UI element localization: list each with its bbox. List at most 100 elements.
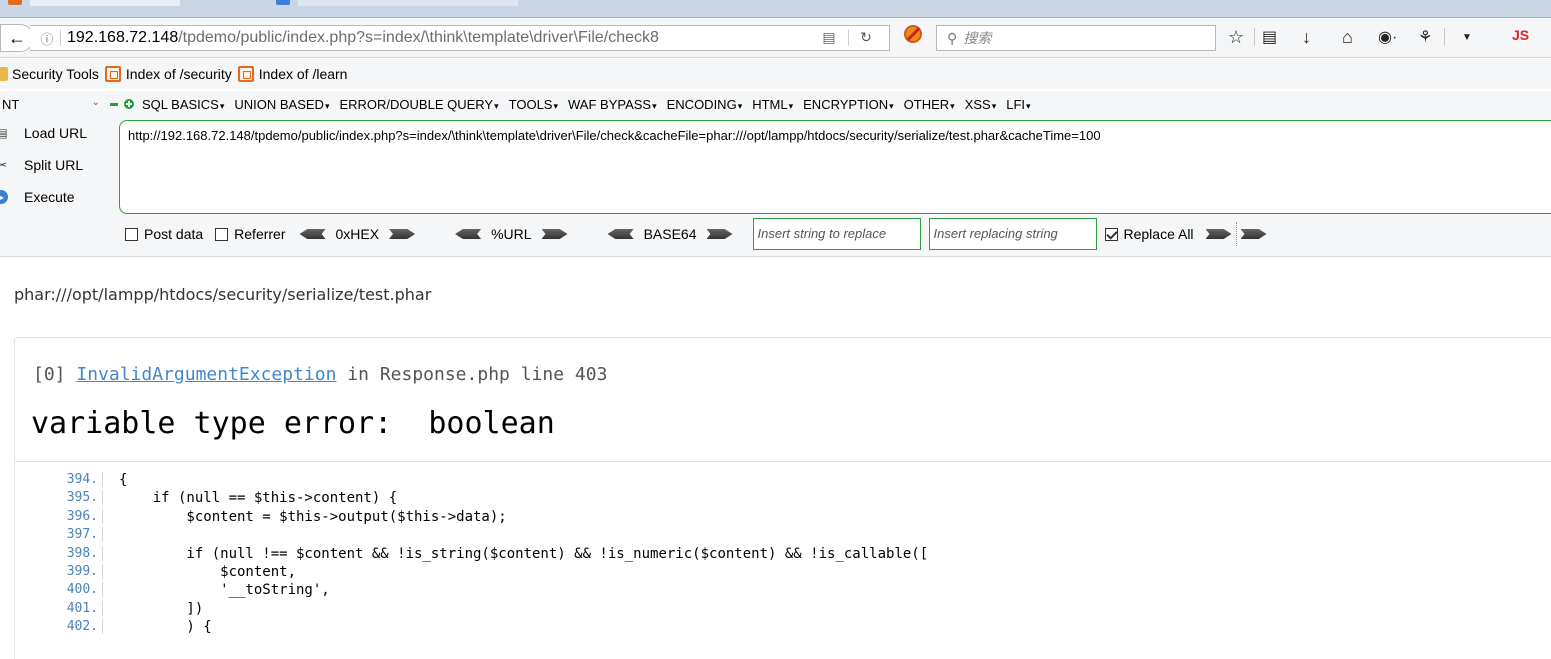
noscript-icon[interactable]: [904, 25, 922, 43]
menu-label: ENCODING: [666, 96, 737, 112]
hackbar-options: Post data Referrer 0xHEX %URL BASE64 Ins…: [125, 218, 1267, 250]
url-encoder: %URL: [455, 226, 568, 242]
replace-all-checkbox[interactable]: Replace All: [1104, 226, 1194, 242]
encode-arrow-icon[interactable]: [706, 229, 733, 239]
encode-arrow-icon[interactable]: [541, 229, 568, 239]
exception-header: [0] InvalidArgumentException in Response…: [15, 338, 1551, 462]
overflow-menu-icon[interactable]: ▼: [1462, 24, 1472, 50]
reload-icon[interactable]: ↻: [856, 29, 876, 47]
post-data-label: Post data: [144, 226, 204, 242]
checkbox-box: [1104, 227, 1118, 241]
hex-label: 0xHEX: [335, 226, 380, 242]
reader-view-icon[interactable]: ▤: [818, 29, 840, 47]
line-number: 398.: [33, 545, 103, 561]
base64-encoder: BASE64: [607, 226, 733, 242]
replacing-string-input[interactable]: Insert replacing string: [928, 218, 1097, 250]
menu-other[interactable]: OTHER▾: [904, 97, 955, 112]
page-favicon-icon: [237, 66, 254, 82]
address-bar[interactable]: ⓘ 192.168.72.148/tpdemo/public/index.php…: [30, 25, 890, 51]
navigation-bar: ← ⓘ 192.168.72.148/tpdemo/public/index.p…: [0, 18, 1551, 58]
addon-icon[interactable]: ⚘: [1418, 24, 1432, 50]
js-toggle-icon[interactable]: JS: [1512, 27, 1529, 43]
menu-label: OTHER: [903, 96, 950, 112]
split-url-label: Split URL: [24, 157, 84, 173]
load-url-button[interactable]: ▤ Load URL: [0, 125, 87, 141]
line-number: 394.: [33, 472, 103, 487]
menu-union-based[interactable]: UNION BASED▾: [234, 97, 329, 112]
execute-label: Execute: [24, 189, 75, 205]
menu-encryption[interactable]: ENCRYPTION▾: [803, 97, 894, 112]
extension-icon[interactable]: ◉·: [1378, 24, 1397, 50]
tab-favicon: [8, 0, 22, 5]
decode-arrow-icon[interactable]: [299, 229, 326, 239]
hackbar-version-select[interactable]: NT ⌄: [0, 97, 104, 112]
menu-waf-bypass[interactable]: WAF BYPASS▾: [568, 97, 657, 112]
dropdown-arrow-icon: ▾: [788, 100, 794, 111]
exception-index: [0]: [33, 364, 66, 385]
menu-sql-basics[interactable]: SQL BASICS▾: [142, 97, 224, 112]
tab-title-fragment-2[interactable]: [298, 0, 518, 6]
bookmark-label: Index of /security: [125, 66, 232, 82]
decode-arrow-icon[interactable]: [607, 229, 634, 239]
tab-title-fragment[interactable]: [30, 0, 180, 6]
dropdown-arrow-icon: ▾: [1026, 100, 1031, 111]
menu-label: SQL BASICS: [142, 96, 219, 112]
select-value: NT: [2, 96, 20, 112]
bookmark-star-icon[interactable]: ☆: [1228, 24, 1244, 50]
hackbar-menu: NT ⌄ SQL BASICS▾ UNION BASED▾ ERROR/DOUB…: [0, 91, 1551, 117]
plus-icon[interactable]: [124, 99, 134, 109]
dropdown-arrow-icon: ▾: [737, 100, 743, 111]
exception-class-link[interactable]: InvalidArgumentException: [76, 364, 336, 385]
code-text: {: [119, 472, 128, 488]
home-icon[interactable]: ⌂: [1342, 24, 1353, 50]
info-icon[interactable]: ⓘ: [36, 29, 58, 48]
encode-arrow-icon[interactable]: [389, 229, 416, 239]
hackbar-url-textarea[interactable]: http://192.168.72.148/tpdemo/public/inde…: [119, 120, 1551, 214]
menu-label: XSS: [964, 96, 991, 112]
bookmark-label: Security Tools: [12, 66, 99, 82]
echo-output: phar:///opt/lampp/htdocs/security/serial…: [14, 285, 432, 304]
line-number: 402.: [33, 619, 103, 635]
bookmark-index-learn[interactable]: Index of /learn: [237, 66, 347, 82]
bookmark-security-tools[interactable]: Security Tools: [0, 66, 99, 82]
toolbar-separator-2: [1444, 28, 1445, 46]
address-separator-2: [848, 30, 849, 46]
menu-encoding[interactable]: ENCODING▾: [667, 97, 743, 112]
search-placeholder: 搜索: [963, 30, 992, 46]
menu-error-double-query[interactable]: ERROR/DOUBLE QUERY▾: [339, 97, 498, 112]
menu-tools[interactable]: TOOLS▾: [509, 97, 558, 112]
menu-label: ERROR/DOUBLE QUERY: [339, 96, 494, 112]
dropdown-arrow-icon: ▾: [219, 100, 225, 111]
bookmarks-toolbar: Security Tools Index of /security Index …: [0, 59, 1551, 89]
dropdown-arrow-icon: ▾: [652, 100, 657, 111]
decode-arrow-icon[interactable]: [455, 229, 482, 239]
dropdown-arrow-icon: ▾: [553, 100, 559, 111]
address-separator: [60, 30, 61, 46]
exception-info: [0] InvalidArgumentException in Response…: [33, 364, 607, 385]
menu-label: LFI: [1006, 96, 1026, 112]
address-text[interactable]: 192.168.72.148/tpdemo/public/index.php?s…: [67, 29, 767, 47]
menu-html[interactable]: HTML▾: [752, 97, 793, 112]
minus-icon[interactable]: [110, 102, 118, 106]
reading-list-icon[interactable]: ▤: [1262, 24, 1277, 50]
menu-lfi[interactable]: LFI▾: [1006, 97, 1030, 112]
menu-xss[interactable]: XSS▾: [965, 97, 997, 112]
post-data-checkbox[interactable]: Post data: [125, 226, 203, 242]
search-box[interactable]: ⚲ 搜索: [936, 25, 1216, 51]
code-text: $content,: [119, 564, 297, 580]
exception-line-label: line: [520, 364, 565, 385]
code-text: ) {: [119, 619, 212, 636]
bookmark-index-security[interactable]: Index of /security: [104, 66, 232, 82]
replace-string-input[interactable]: Insert string to replace: [752, 218, 921, 250]
downloads-icon[interactable]: ↓: [1302, 24, 1311, 50]
replace-arrow-icon[interactable]: [1205, 229, 1232, 239]
dropdown-arrow-icon: ▾: [889, 100, 894, 111]
toolbar-dotted-separator: [1235, 222, 1237, 246]
exception-message: variable type error: boolean: [31, 406, 555, 441]
referrer-checkbox[interactable]: Referrer: [215, 226, 286, 242]
replace-arrow-icon-2[interactable]: [1240, 229, 1267, 239]
execute-button[interactable]: ▶ Execute: [0, 189, 75, 205]
line-number: 401.: [33, 600, 103, 616]
split-url-button[interactable]: ✂ Split URL: [0, 157, 83, 173]
back-button[interactable]: ←: [0, 24, 34, 52]
